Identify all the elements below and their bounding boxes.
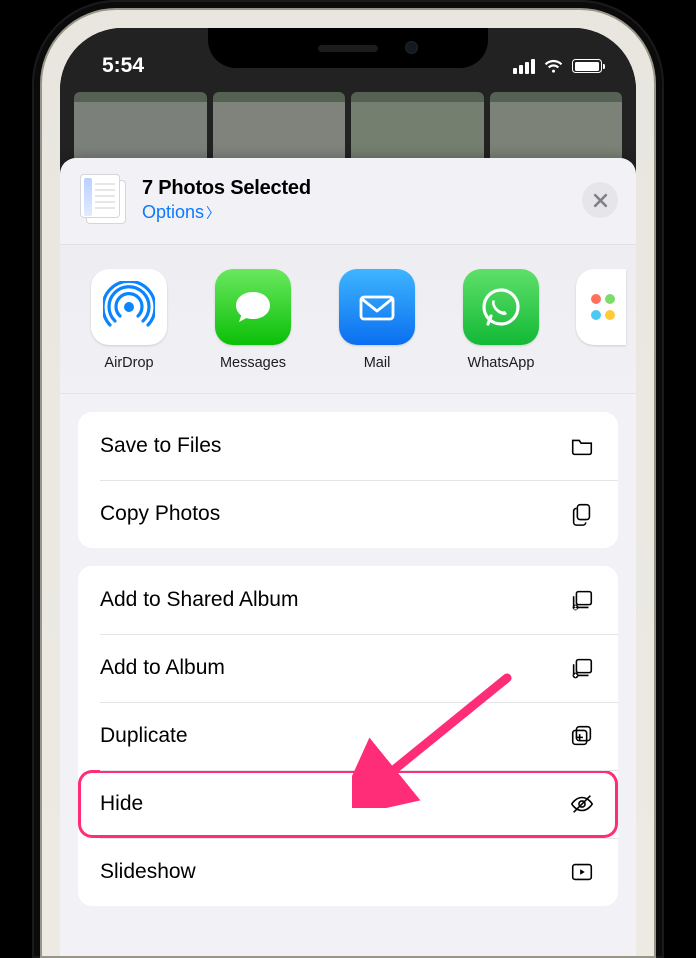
cellular-icon [513,59,535,74]
share-target-label: Mail [364,355,391,371]
share-target-label: AirDrop [104,355,153,371]
action-hide[interactable]: Hide [78,770,618,838]
duplicate-icon [568,722,596,750]
action-add-to-album[interactable]: Add to Album [78,634,618,702]
copy-icon [568,500,596,528]
selection-title: 7 Photos Selected [142,177,568,200]
phone-bezel: 5:54 [40,8,656,958]
action-label: Save to Files [100,434,221,458]
action-label: Slideshow [100,860,196,884]
selection-thumbnail [80,174,128,226]
share-sheet: 7 Photos Selected Options〉 [60,158,636,956]
action-label: Hide [100,792,143,816]
share-target-mail[interactable]: Mail [330,269,424,371]
earpiece [318,45,378,52]
close-button[interactable] [582,182,618,218]
add-album-icon [568,654,596,682]
share-target-label: WhatsApp [468,355,535,371]
status-time: 5:54 [102,54,144,78]
action-label: Add to Shared Album [100,588,298,612]
options-label: Options [142,202,204,222]
action-duplicate[interactable]: Duplicate [78,702,618,770]
share-targets-row[interactable]: AirDrop Messages Mail [60,245,636,394]
action-label: Add to Album [100,656,225,680]
share-target-more[interactable] [578,269,604,371]
battery-icon [572,59,602,73]
wifi-icon [543,58,564,74]
share-sheet-header: 7 Photos Selected Options〉 [60,158,636,245]
whatsapp-icon [463,269,539,345]
folder-icon [568,432,596,460]
action-group-files: Save to Files Copy Photos [78,412,618,548]
chevron-right-icon: 〉 [206,205,220,221]
options-link[interactable]: Options〉 [142,202,568,223]
action-slideshow[interactable]: Slideshow [78,838,618,906]
notch [208,28,488,68]
airdrop-icon [91,269,167,345]
messages-icon [215,269,291,345]
share-target-messages[interactable]: Messages [206,269,300,371]
slideshow-icon [568,858,596,886]
action-copy-photos[interactable]: Copy Photos [78,480,618,548]
share-target-whatsapp[interactable]: WhatsApp [454,269,548,371]
share-target-airdrop[interactable]: AirDrop [82,269,176,371]
close-icon [593,193,608,208]
mail-icon [339,269,415,345]
share-target-label: Messages [220,355,286,371]
action-group-photo-ops: Add to Shared Album Add to Album Duplica… [78,566,618,906]
more-apps-icon [576,269,626,345]
phone-glass: 5:54 [60,28,636,956]
hide-icon [568,790,596,818]
screen: 5:54 [60,28,636,956]
action-add-to-shared-album[interactable]: Add to Shared Album [78,566,618,634]
shared-album-icon [568,586,596,614]
front-camera [405,41,418,54]
action-save-to-files[interactable]: Save to Files [78,412,618,480]
action-label: Duplicate [100,724,188,748]
phone-frame: 5:54 [32,0,664,958]
action-label: Copy Photos [100,502,220,526]
